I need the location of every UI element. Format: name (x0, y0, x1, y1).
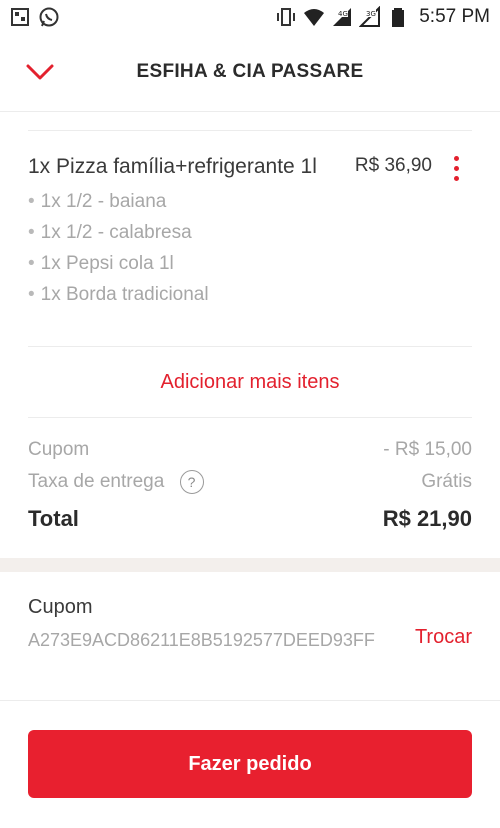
list-item: 1x Pepsi cola 1l (28, 248, 472, 279)
help-icon[interactable]: ? (179, 470, 204, 494)
svg-text:3G: 3G (366, 10, 376, 18)
app-header: ESFIHA & CIA PASSARE (0, 36, 500, 112)
place-order-button[interactable]: Fazer pedido (28, 730, 472, 798)
restaurant-title: ESFIHA & CIA PASSARE (136, 61, 364, 82)
status-left-icons (10, 6, 60, 28)
status-bar: 4G 3G 5:57 PM (0, 0, 500, 36)
delivery-fee-label: Taxa de entrega (28, 471, 165, 493)
coupon-divider (0, 700, 500, 701)
total-value: R$ 21,90 (382, 506, 472, 531)
coupon-discount-value: - R$ 15,00 (383, 439, 472, 460)
coupon-section: Cupom A273E9ACD86211E8B5192577DEED93FF T… (28, 596, 472, 656)
coupon-title: Cupom (28, 596, 93, 618)
notification-icon (11, 8, 29, 26)
list-item: 1x 1/2 - calabresa (28, 217, 472, 248)
battery-icon (392, 8, 405, 27)
add-more-items-button[interactable]: Adicionar mais itens (28, 346, 472, 418)
signal-3g-icon: 3G (359, 6, 381, 27)
item-quantity: 1x (28, 155, 51, 178)
status-time: 5:57 PM (419, 6, 490, 27)
total-label: Total (28, 506, 79, 531)
whatsapp-icon (39, 7, 59, 27)
delivery-fee-value: Grátis (421, 471, 472, 492)
item-price: R$ 36,90 (354, 155, 432, 176)
order-summary: Cupom - R$ 15,00 Taxa de entrega ? Gráti… (28, 434, 472, 538)
cart-item-row: 1x Pizza família+refrigerante 1l R$ 36,9… (28, 131, 472, 310)
signal-4g-icon: 4G (333, 8, 352, 26)
coupon-discount-label: Cupom (28, 439, 90, 460)
svg-text:4G: 4G (338, 10, 348, 18)
item-name: Pizza família+refrigerante 1l (56, 155, 317, 178)
total-row: Total R$ 21,90 (28, 500, 472, 538)
section-divider (0, 558, 500, 572)
coupon-code: A273E9ACD86211E8B5192577DEED93FF (28, 630, 375, 650)
vibrate-icon (277, 8, 296, 26)
list-item: 1x Borda tradicional (28, 279, 472, 310)
coupon-discount-row: Cupom - R$ 15,00 (28, 434, 472, 466)
delivery-fee-label-group: Taxa de entrega ? (28, 470, 204, 494)
status-right-icons: 4G 3G 5:57 PM (275, 6, 490, 28)
swap-coupon-button[interactable]: Trocar (415, 626, 472, 649)
list-item: 1x 1/2 - baiana (28, 186, 472, 217)
cart-item: 1x Pizza família+refrigerante 1l R$ 36,9… (28, 130, 472, 310)
item-more-options-icon[interactable] (448, 153, 464, 183)
wifi-icon (304, 9, 325, 26)
item-options-list: 1x 1/2 - baiana 1x 1/2 - calabresa 1x Pe… (28, 186, 472, 310)
delivery-fee-row: Taxa de entrega ? Grátis (28, 466, 472, 498)
item-title: 1x Pizza família+refrigerante 1l (28, 153, 338, 180)
